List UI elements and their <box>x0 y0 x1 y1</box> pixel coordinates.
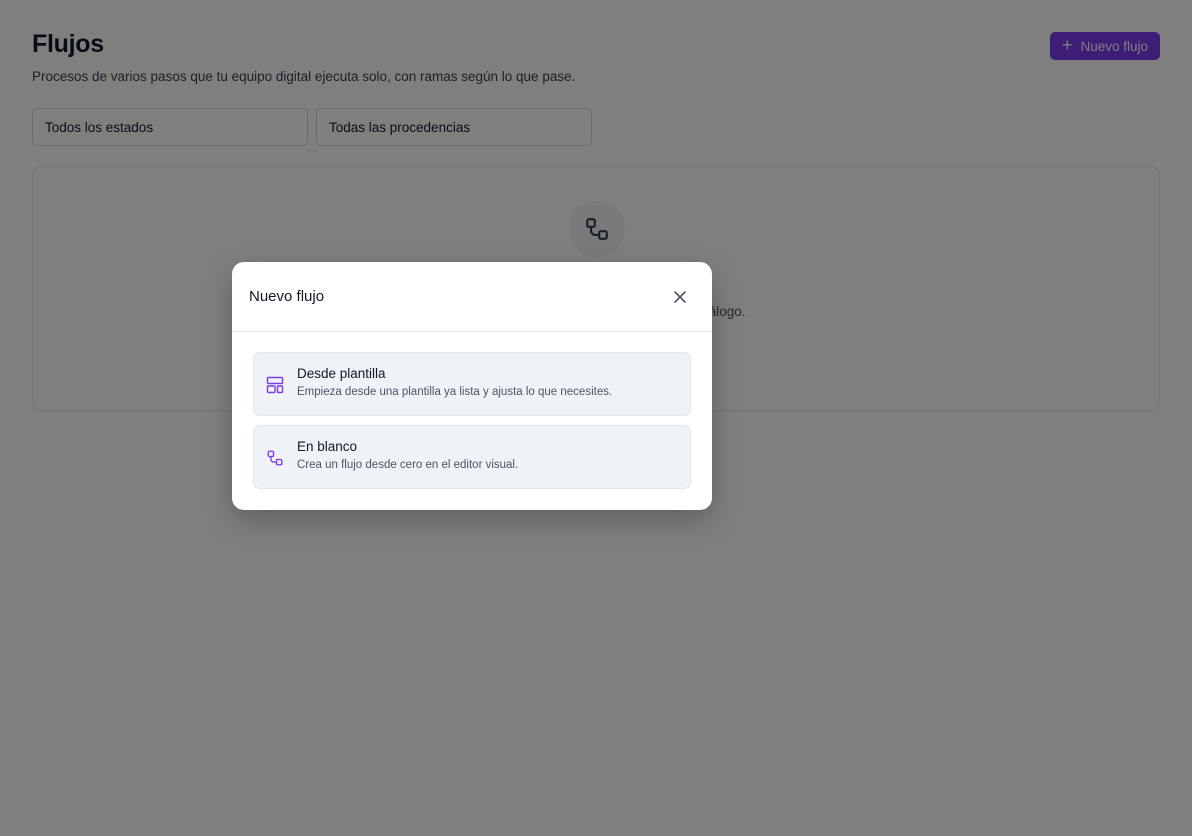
option-blank-text: En blanco Crea un flujo desde cero en el… <box>297 439 518 471</box>
template-icon <box>266 376 284 394</box>
modal-body: Desde plantilla Empieza desde una planti… <box>232 332 712 489</box>
option-title: Desde plantilla <box>297 366 386 381</box>
modal-header: Nuevo flujo <box>232 262 712 332</box>
modal-title: Nuevo flujo <box>249 288 325 305</box>
option-from-template-text: Desde plantilla Empieza desde una planti… <box>297 366 612 398</box>
close-icon <box>674 290 686 303</box>
option-description: Crea un flujo desde cero en el editor vi… <box>297 459 519 471</box>
new-flow-modal: Nuevo flujo Desde plantilla Empieza desd… <box>232 262 712 510</box>
option-from-template[interactable]: Desde plantilla Empieza desde una planti… <box>253 352 691 416</box>
option-blank[interactable]: En blanco Crea un flujo desde cero en el… <box>253 425 691 489</box>
option-description: Empieza desde una plantilla ya lista y a… <box>297 386 613 398</box>
flow-icon <box>267 450 283 466</box>
modal-close-button[interactable] <box>668 285 692 309</box>
option-title: En blanco <box>297 439 358 454</box>
